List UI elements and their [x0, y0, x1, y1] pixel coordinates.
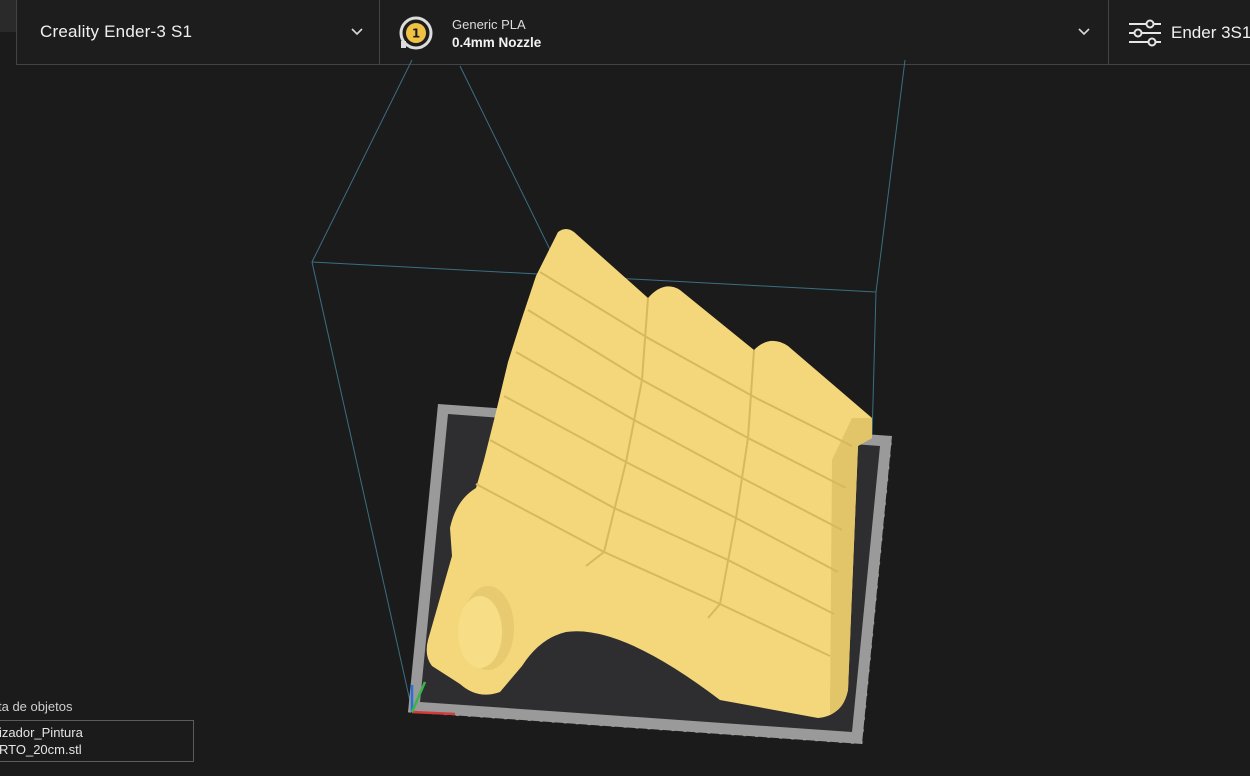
object-list-title: ta de objetos	[0, 699, 73, 714]
object-list-item-line-1[interactable]: izador_Pintura	[0, 724, 193, 741]
3d-viewport[interactable]	[0, 59, 1250, 776]
object-list-item-line-2[interactable]: RTO_20cm.stl	[0, 741, 193, 758]
object-list[interactable]: izador_Pintura RTO_20cm.stl	[0, 720, 194, 762]
cura-window: Creality Ender-3 S1 1 Generic PLA 0.4mm …	[0, 0, 1250, 776]
scene-canvas[interactable]	[0, 0, 1250, 776]
painting-organizer-model[interactable]	[426, 229, 872, 718]
